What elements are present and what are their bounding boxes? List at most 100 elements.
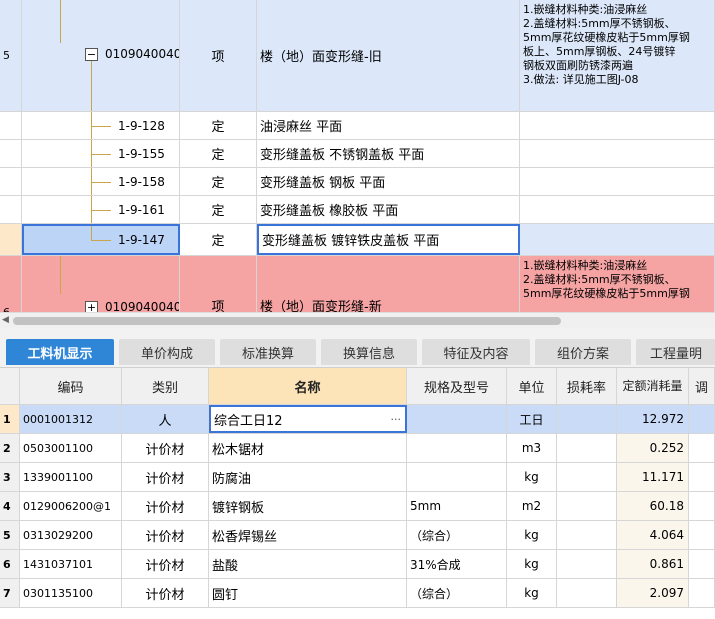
scroll-left-icon[interactable]: ◀: [2, 315, 9, 325]
material-category[interactable]: 计价材: [122, 492, 209, 520]
scrollbar-thumb[interactable]: [13, 317, 561, 325]
material-spec[interactable]: [407, 463, 507, 491]
material-code[interactable]: 0301135100: [20, 579, 122, 607]
tab-features-content[interactable]: 特征及内容: [422, 339, 530, 365]
material-quota-quantity[interactable]: 0.861: [617, 550, 689, 578]
material-loss-rate[interactable]: [557, 492, 617, 520]
code-cell[interactable]: 1-9-147: [22, 224, 180, 255]
quota-code: 1-9-161: [118, 202, 165, 217]
header-unit[interactable]: 单位: [507, 368, 557, 404]
material-row[interactable]: 3 1339001100 计价材 防腐油 kg 11.171: [0, 463, 715, 492]
material-loss-rate[interactable]: [557, 434, 617, 462]
material-code[interactable]: 1339001100: [20, 463, 122, 491]
material-unit[interactable]: kg: [507, 579, 557, 607]
material-name-input[interactable]: 综合工日12 ···: [209, 405, 407, 433]
quota-row[interactable]: 1-9-155 定 变形缝盖板 不锈钢盖板 平面: [0, 140, 715, 168]
material-category[interactable]: 计价材: [122, 579, 209, 607]
material-quota-quantity[interactable]: 12.972: [617, 405, 689, 433]
tree-line: [60, 0, 61, 43]
material-code[interactable]: 0129006200@1: [20, 492, 122, 520]
material-code[interactable]: 0313029200: [20, 521, 122, 549]
quota-row[interactable]: 1-9-158 定 变形缝盖板 钢板 平面: [0, 168, 715, 196]
material-row[interactable]: 2 0503001100 计价材 松木锯材 m3 0.252: [0, 434, 715, 463]
quota-row[interactable]: 1-9-161 定 变形缝盖板 橡胶板 平面: [0, 196, 715, 224]
material-adjust[interactable]: [689, 521, 715, 549]
material-row[interactable]: 6 1431037101 计价材 盐酸 31%合成 kg 0.861: [0, 550, 715, 579]
material-loss-rate[interactable]: [557, 579, 617, 607]
material-code[interactable]: 0001001312: [20, 405, 122, 433]
material-spec[interactable]: 31%合成: [407, 550, 507, 578]
material-quota-quantity[interactable]: 60.18: [617, 492, 689, 520]
material-name[interactable]: 镀锌钢板: [209, 492, 407, 520]
material-name[interactable]: 松木锯材: [209, 434, 407, 462]
material-loss-rate[interactable]: [557, 463, 617, 491]
material-spec[interactable]: （综合）: [407, 521, 507, 549]
material-quota-quantity[interactable]: 2.097: [617, 579, 689, 607]
quota-features: [520, 224, 715, 255]
material-row[interactable]: 4 0129006200@1 计价材 镀锌钢板 5mm m2 60.18: [0, 492, 715, 521]
material-spec[interactable]: [407, 434, 507, 462]
bill-item-row[interactable]: 5 − 010904004002 项 楼（地）面变形缝-旧 1.嵌缝材料种类:油…: [0, 0, 715, 112]
material-code[interactable]: 1431037101: [20, 550, 122, 578]
tab-unit-price-composition[interactable]: 单价构成: [119, 339, 215, 365]
material-category[interactable]: 计价材: [122, 550, 209, 578]
tab-conversion-info[interactable]: 换算信息: [321, 339, 417, 365]
more-icon[interactable]: ···: [391, 413, 402, 426]
material-unit[interactable]: kg: [507, 463, 557, 491]
header-category[interactable]: 类别: [122, 368, 209, 404]
header-spec[interactable]: 规格及型号: [407, 368, 507, 404]
header-code[interactable]: 编码: [20, 368, 122, 404]
material-adjust[interactable]: [689, 434, 715, 462]
material-name[interactable]: 圆钉: [209, 579, 407, 607]
material-adjust[interactable]: [689, 463, 715, 491]
material-name[interactable]: 盐酸: [209, 550, 407, 578]
tree-line: [91, 239, 111, 241]
quota-code: 1-9-128: [118, 118, 165, 133]
material-spec[interactable]: 5mm: [407, 492, 507, 520]
material-category[interactable]: 计价材: [122, 434, 209, 462]
material-quota-quantity[interactable]: 4.064: [617, 521, 689, 549]
horizontal-scrollbar[interactable]: ◀: [0, 312, 715, 328]
material-loss-rate[interactable]: [557, 550, 617, 578]
expand-icon[interactable]: +: [85, 301, 98, 312]
tab-labor-material-machine[interactable]: 工料机显示: [6, 339, 114, 365]
material-adjust[interactable]: [689, 579, 715, 607]
tab-pricing-scheme[interactable]: 组价方案: [535, 339, 631, 365]
item-name: 楼（地）面变形缝-新: [257, 256, 520, 312]
tab-standard-conversion[interactable]: 标准换算: [220, 339, 316, 365]
material-adjust[interactable]: [689, 550, 715, 578]
header-adjust[interactable]: 调: [689, 368, 715, 404]
material-adjust[interactable]: [689, 405, 715, 433]
collapse-icon[interactable]: −: [85, 48, 98, 61]
material-unit[interactable]: m2: [507, 492, 557, 520]
material-loss-rate[interactable]: [557, 405, 617, 433]
material-unit[interactable]: m3: [507, 434, 557, 462]
bill-item-row[interactable]: 6 + 010904004001 项 楼（地）面变形缝-新 1.嵌缝材料种类:油…: [0, 256, 715, 312]
material-name[interactable]: 防腐油: [209, 463, 407, 491]
material-row-selected[interactable]: 1 0001001312 人 综合工日12 ··· 工日 12.972: [0, 405, 715, 434]
material-spec[interactable]: （综合）: [407, 579, 507, 607]
material-quota-quantity[interactable]: 0.252: [617, 434, 689, 462]
material-category[interactable]: 计价材: [122, 521, 209, 549]
quota-name[interactable]: 变形缝盖板 镀锌铁皮盖板 平面: [257, 224, 520, 255]
material-category[interactable]: 计价材: [122, 463, 209, 491]
tree-line: [60, 256, 61, 294]
material-name[interactable]: 松香焊锡丝: [209, 521, 407, 549]
header-name[interactable]: 名称: [209, 368, 407, 404]
material-spec[interactable]: [407, 405, 507, 433]
material-unit[interactable]: kg: [507, 550, 557, 578]
material-code[interactable]: 0503001100: [20, 434, 122, 462]
tab-quantity-detail[interactable]: 工程量明: [636, 339, 715, 365]
quota-row-selected[interactable]: 1-9-147 定 变形缝盖板 镀锌铁皮盖板 平面: [0, 224, 715, 256]
material-loss-rate[interactable]: [557, 521, 617, 549]
material-unit[interactable]: kg: [507, 521, 557, 549]
material-row[interactable]: 5 0313029200 计价材 松香焊锡丝 （综合） kg 4.064: [0, 521, 715, 550]
header-quota-quantity[interactable]: 定额消耗量: [617, 368, 689, 404]
header-loss-rate[interactable]: 损耗率: [557, 368, 617, 404]
material-row[interactable]: 7 0301135100 计价材 圆钉 （综合） kg 2.097: [0, 579, 715, 608]
quota-row[interactable]: 1-9-128 定 油浸麻丝 平面: [0, 112, 715, 140]
material-category[interactable]: 人: [122, 405, 209, 433]
material-unit[interactable]: 工日: [507, 405, 557, 433]
material-adjust[interactable]: [689, 492, 715, 520]
material-quota-quantity[interactable]: 11.171: [617, 463, 689, 491]
